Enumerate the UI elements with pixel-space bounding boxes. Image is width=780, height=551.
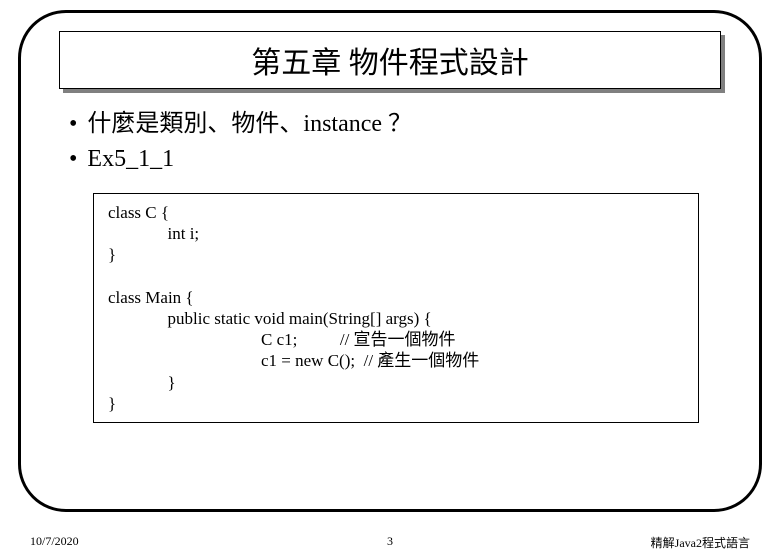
bullet-item: Ex5_1_1	[69, 142, 729, 177]
footer-book-title: 精解Java2程式語言	[651, 534, 750, 551]
slide-title: 第五章 物件程式設計	[59, 31, 721, 89]
title-box: 第五章 物件程式設計	[59, 31, 721, 89]
bullet-list: 什麼是類別、物件、instance ？ Ex5_1_1	[69, 107, 729, 177]
footer-date: 10/7/2020	[30, 534, 79, 549]
slide-frame: 第五章 物件程式設計 什麼是類別、物件、instance ？ Ex5_1_1 c…	[18, 10, 762, 512]
footer-page-number: 3	[387, 534, 393, 549]
bullet-item: 什麼是類別、物件、instance ？	[69, 107, 729, 142]
code-block: class C { int i; } class Main { public s…	[93, 193, 699, 424]
